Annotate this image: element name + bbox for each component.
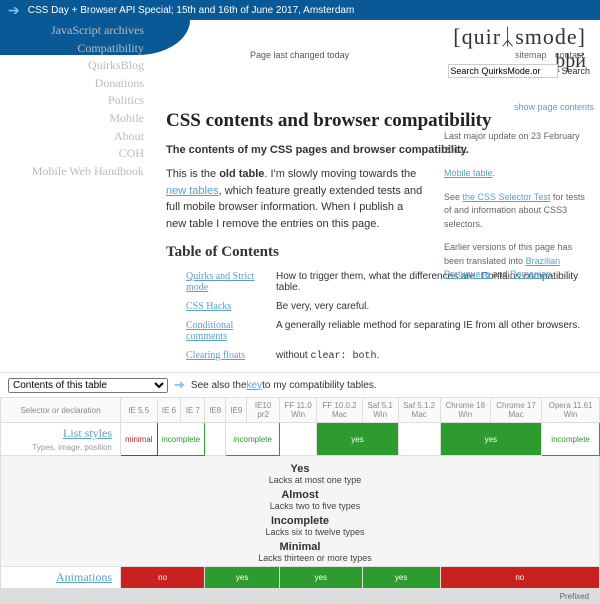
promo-banner[interactable]: ➔ CSS Day + Browser API Special; 15th an… xyxy=(0,0,600,20)
sidebar-nav: JavaScript archives Compatibility Quirks… xyxy=(2,22,152,180)
toc-link[interactable]: Clearing floats xyxy=(186,350,276,362)
col-header: Chrome 17 Mac xyxy=(490,398,541,423)
search-button[interactable]: Search xyxy=(561,66,590,76)
col-header: IE10 pr2 xyxy=(247,398,280,423)
nav-item[interactable]: JavaScript archives xyxy=(2,22,152,40)
aside: Last major update on 23 February 2012. M… xyxy=(444,130,594,292)
row-link[interactable]: Animations xyxy=(56,570,112,584)
key-link[interactable]: key xyxy=(247,380,263,391)
toc-link[interactable]: Quirks and Strict mode xyxy=(186,271,276,293)
nav-item[interactable]: QuirksBlog xyxy=(2,57,152,75)
nav-item[interactable]: Donations xyxy=(2,75,152,93)
compat-cell xyxy=(205,423,226,456)
arrow-right-icon: ➔ xyxy=(174,377,185,393)
nav-item[interactable]: Compatibility xyxy=(2,40,152,58)
col-header: IE 7 xyxy=(181,398,205,423)
col-header: FF 11.0 Win xyxy=(279,398,316,423)
header-row: Selector or declaration IE 5.5 IE 6 IE 7… xyxy=(1,398,600,423)
logo-main: [quirᛣsmode] xyxy=(400,24,586,50)
compat-cell: no xyxy=(440,567,599,589)
col-header: IE9 xyxy=(226,398,247,423)
page-last-changed: Page last changed today xyxy=(250,50,349,60)
nav-item[interactable]: Mobile xyxy=(2,110,152,128)
search: Search xyxy=(448,64,590,78)
compat-cell: incomplete xyxy=(226,423,280,456)
compat-cell: yes xyxy=(317,423,398,456)
col-header: IE8 xyxy=(205,398,226,423)
compat-cell: yes xyxy=(440,423,542,456)
toc-link[interactable]: CSS Hacks xyxy=(186,301,276,312)
nav-item[interactable]: Politics xyxy=(2,92,152,110)
compat-cell: yes xyxy=(205,567,280,589)
new-tables-link[interactable]: new tables xyxy=(166,185,219,197)
col-header: IE 6 xyxy=(157,398,181,423)
arrow-right-icon: ➔ xyxy=(8,2,20,19)
compat-table: Selector or declaration IE 5.5 IE 6 IE 7… xyxy=(0,397,600,604)
table-row: Animations no yes yes yes no xyxy=(1,567,600,589)
nav-item[interactable]: Mobile Web Handbook xyxy=(2,163,152,181)
compat-cell: yes xyxy=(362,567,440,589)
col-header: Saf 5.1.2 Mac xyxy=(398,398,440,423)
contents-dropdown[interactable]: Contents of this table xyxy=(8,378,168,393)
toc-link[interactable]: Conditional comments xyxy=(186,320,276,342)
col-header: Saf 5.1 Win xyxy=(362,398,398,423)
banner-text: CSS Day + Browser API Special; 15th and … xyxy=(28,5,355,16)
search-input[interactable] xyxy=(448,64,558,78)
compat-cell: incomplete xyxy=(157,423,205,456)
translation-ro-link[interactable]: Romanian xyxy=(510,269,551,279)
compat-cell: minimal xyxy=(121,423,158,456)
utility-links: sitemap contact xyxy=(515,50,590,60)
sitemap-link[interactable]: sitemap xyxy=(515,50,547,60)
col-header: FF 10.0.2 Mac xyxy=(317,398,362,423)
nav-item[interactable]: COH xyxy=(2,145,152,163)
col-header: IE 5.5 xyxy=(121,398,158,423)
toc-desc: without clear: both. xyxy=(276,350,379,362)
body-paragraph: This is the old table. I'm slowly moving… xyxy=(166,166,426,232)
col-header: Chrome 18 Win xyxy=(440,398,490,423)
compat-cell xyxy=(398,423,440,456)
selector-test-link[interactable]: the CSS Selector Test xyxy=(463,192,551,202)
show-contents-link[interactable]: show page contents xyxy=(514,102,594,112)
mobile-table-link[interactable]: Mobile table xyxy=(444,168,493,178)
legend: YesLacks at most one type AlmostLacks tw… xyxy=(1,456,600,567)
col-header: Opera 11.61 Win xyxy=(542,398,600,423)
last-update: Last major update on 23 February 2012. xyxy=(444,130,594,157)
table-controls: Contents of this table ➔ See also the ke… xyxy=(0,372,600,397)
row-link[interactable]: List styles xyxy=(63,426,112,440)
contact-link[interactable]: contact xyxy=(555,50,584,60)
col-header: Selector or declaration xyxy=(1,398,121,423)
prefixed-row: Prefixed xyxy=(1,589,600,604)
table-row: List stylesTypes, image, position minima… xyxy=(1,423,600,456)
nav-item[interactable]: About xyxy=(2,128,152,146)
toc-desc: Be very, very careful. xyxy=(276,301,369,312)
compat-cell: incomplete xyxy=(542,423,600,456)
compat-cell: yes xyxy=(279,567,362,589)
compat-cell xyxy=(279,423,316,456)
compat-cell: no xyxy=(121,567,205,589)
page-title: CSS contents and browser compatibility xyxy=(166,110,594,132)
toc-desc: A generally reliable method for separati… xyxy=(276,320,580,342)
